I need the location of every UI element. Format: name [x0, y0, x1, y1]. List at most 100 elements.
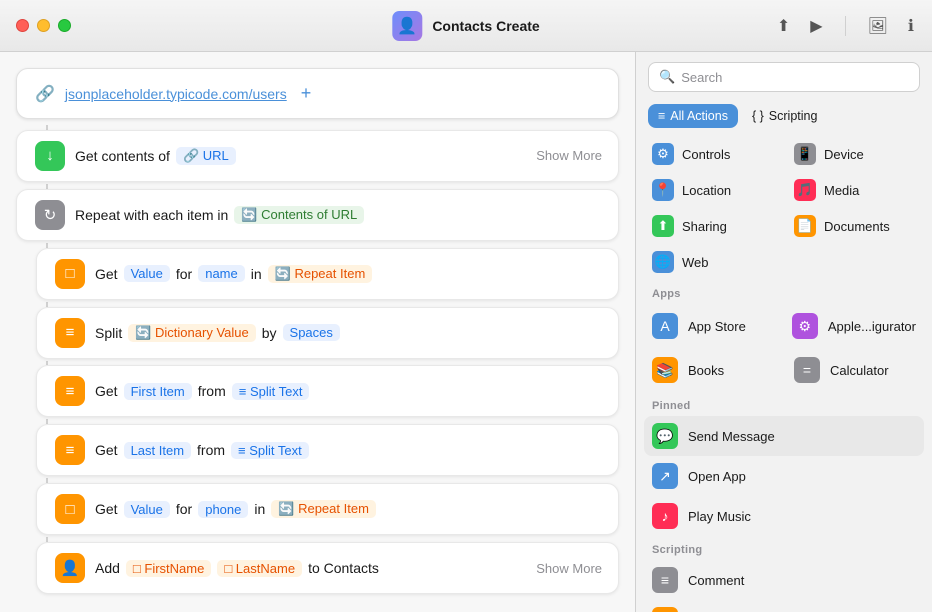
send-message-icon: 💬 — [652, 423, 678, 449]
action-get-contents[interactable]: ↓ Get contents of 🔗 URL Show More — [16, 130, 619, 182]
pinned-play-music[interactable]: ♪ Play Music — [644, 496, 924, 536]
action-get-value-phone[interactable]: □ Get Value for phone in 🔄 Repeat Item — [36, 483, 619, 535]
search-icon: 🔍 — [659, 69, 675, 85]
all-actions-icon: ≡ — [658, 109, 665, 123]
url-text[interactable]: jsonplaceholder.typicode.com/users — [65, 86, 287, 102]
media-label: Media — [824, 183, 859, 198]
section-label-apps: Apps — [644, 280, 924, 304]
scripting-comment[interactable]: ≡ Comment — [644, 560, 924, 600]
add-contact-text: Add □ FirstName □ LastName to Contacts — [95, 560, 379, 577]
web-label: Web — [682, 255, 709, 270]
add-shortcut-button[interactable]: 🖼 — [866, 14, 890, 38]
cat-web[interactable]: 🌐 Web — [644, 246, 782, 278]
maximize-button[interactable] — [58, 19, 71, 32]
get-contents-icon: ↓ — [35, 141, 65, 171]
cat-location[interactable]: 📍 Location — [644, 174, 782, 206]
get-last-text: Get Last Item from ≡ Split Text — [95, 442, 309, 459]
sharing-icon: ⬆ — [652, 215, 674, 237]
add-contact-icon: 👤 — [55, 553, 85, 583]
action-get-last[interactable]: ≡ Get Last Item from ≡ Split Text — [36, 424, 619, 476]
apps-row-1: A App Store ⚙ Apple...igurator — [644, 304, 924, 348]
comment-icon: ≡ — [652, 567, 678, 593]
documents-icon: 📄 — [794, 215, 816, 237]
calculator-icon: = — [794, 357, 820, 383]
cat-row-3: ⬆ Sharing 📄 Documents — [644, 208, 924, 244]
action-add-contact[interactable]: 👤 Add □ FirstName □ LastName to Contacts… — [36, 542, 619, 594]
title-actions: ⬆ ▶ 🖼 ℹ — [775, 14, 916, 38]
tab-all-actions[interactable]: ≡ All Actions — [648, 104, 738, 128]
action-get-value-name[interactable]: □ Get Value for name in 🔄 Repeat Item — [36, 248, 619, 300]
location-icon: 📍 — [652, 179, 674, 201]
app-app-store[interactable]: A App Store — [644, 306, 780, 346]
cat-device[interactable]: 📱 Device — [786, 138, 924, 170]
show-result-icon: □ — [652, 607, 678, 612]
search-wrapper: 🔍 — [648, 62, 920, 92]
get-value-phone-icon: □ — [55, 494, 85, 524]
categories-bar: ≡ All Actions { } Scripting — [636, 100, 932, 136]
scripting-show-result[interactable]: □ Show Result — [644, 600, 924, 612]
title-area: 👤 Contacts Create — [392, 11, 539, 41]
app-calculator[interactable]: = Calculator — [786, 350, 924, 390]
split-icon: ≡ — [55, 318, 85, 348]
connector-3 — [46, 243, 48, 248]
location-label: Location — [682, 183, 731, 198]
cat-controls[interactable]: ⚙ Controls — [644, 138, 782, 170]
all-actions-label: All Actions — [670, 109, 728, 123]
minimize-button[interactable] — [37, 19, 50, 32]
controls-label: Controls — [682, 147, 730, 162]
shortcuts-panel: 🔗 jsonplaceholder.typicode.com/users + ↓… — [0, 52, 635, 612]
apple-configurator-label: Apple...igurator — [828, 319, 916, 334]
get-first-text: Get First Item from ≡ Split Text — [95, 383, 309, 400]
sharing-label: Sharing — [682, 219, 727, 234]
action-repeat[interactable]: ↻ Repeat with each item in 🔄 Contents of… — [16, 189, 619, 241]
device-icon: 📱 — [794, 143, 816, 165]
scripting-label: Scripting — [769, 109, 818, 123]
pinned-open-app[interactable]: ↗ Open App — [644, 456, 924, 496]
play-button[interactable]: ▶ — [808, 14, 824, 38]
app-store-label: App Store — [688, 319, 746, 334]
repeat-icon: ↻ — [35, 200, 65, 230]
apple-configurator-icon: ⚙ — [792, 313, 818, 339]
action-get-first[interactable]: ≡ Get First Item from ≡ Split Text — [36, 365, 619, 417]
add-url-button[interactable]: + — [301, 83, 312, 104]
get-contents-show-more[interactable]: Show More — [536, 148, 602, 163]
close-button[interactable] — [16, 19, 29, 32]
add-contact-show-more[interactable]: Show More — [536, 561, 602, 576]
main-content: 🔗 jsonplaceholder.typicode.com/users + ↓… — [0, 52, 932, 612]
app-apple-configurator[interactable]: ⚙ Apple...igurator — [784, 306, 924, 346]
get-last-icon: ≡ — [55, 435, 85, 465]
share-button[interactable]: ⬆ — [775, 14, 792, 38]
section-label-pinned: Pinned — [644, 392, 924, 416]
cat-media[interactable]: 🎵 Media — [786, 174, 924, 206]
action-split[interactable]: ≡ Split 🔄 Dictionary Value by Spaces — [36, 307, 619, 359]
search-input[interactable] — [681, 70, 909, 85]
media-icon: 🎵 — [794, 179, 816, 201]
books-label: Books — [688, 363, 724, 378]
get-value-name-text: Get Value for name in 🔄 Repeat Item — [95, 265, 372, 283]
cat-sharing[interactable]: ⬆ Sharing — [644, 210, 782, 242]
cat-row-1: ⚙ Controls 📱 Device — [644, 136, 924, 172]
get-first-icon: ≡ — [55, 376, 85, 406]
connector-4 — [46, 302, 48, 307]
app-icon: 👤 — [392, 11, 422, 41]
app-books[interactable]: 📚 Books — [644, 350, 782, 390]
url-bar[interactable]: 🔗 jsonplaceholder.typicode.com/users + — [16, 68, 619, 119]
documents-label: Documents — [824, 219, 890, 234]
app-store-icon: A — [652, 313, 678, 339]
scripting-icon: { } — [752, 109, 764, 123]
actions-panel: 🔍 ≡ All Actions { } Scripting ⚙ Controls — [635, 52, 932, 612]
info-button[interactable]: ℹ — [906, 14, 916, 38]
cat-documents[interactable]: 📄 Documents — [786, 210, 924, 242]
tab-scripting[interactable]: { } Scripting — [742, 104, 827, 128]
calculator-label: Calculator — [830, 363, 889, 378]
apps-row-2: 📚 Books = Calculator — [644, 348, 924, 392]
get-contents-text: Get contents of 🔗 URL — [75, 147, 236, 165]
traffic-lights — [16, 19, 71, 32]
cat-row-4: 🌐 Web — [644, 244, 924, 280]
title-bar: 👤 Contacts Create ⬆ ▶ 🖼 ℹ — [0, 0, 932, 52]
search-bar: 🔍 — [636, 52, 932, 100]
pinned-send-message[interactable]: 💬 Send Message — [644, 416, 924, 456]
repeat-text: Repeat with each item in 🔄 Contents of U… — [75, 206, 364, 224]
device-label: Device — [824, 147, 864, 162]
open-app-label: Open App — [688, 469, 746, 484]
